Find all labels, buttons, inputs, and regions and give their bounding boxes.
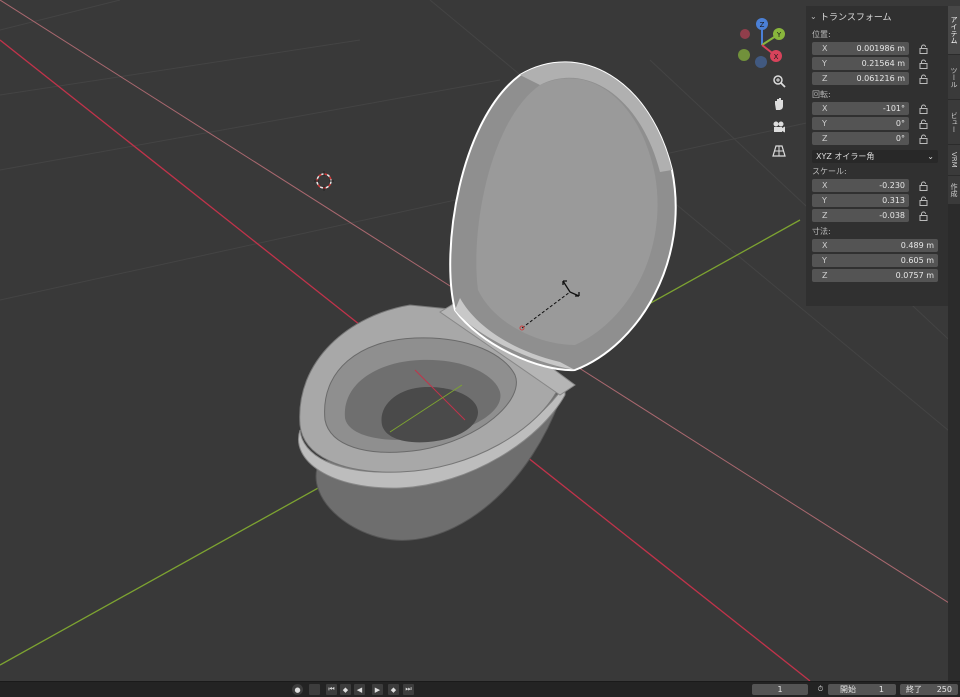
tab-view[interactable]: ビュー: [948, 100, 960, 145]
sidebar-tabs: アイテム ツール ビュー VRM 作成: [948, 6, 960, 681]
dimensions-y-field[interactable]: Y 0.605 m: [812, 254, 938, 267]
scale-y-field[interactable]: Y 0.313: [812, 194, 909, 207]
svg-text:Z: Z: [760, 21, 765, 29]
next-keyframe-icon[interactable]: ◆: [388, 684, 399, 695]
lock-icon[interactable]: [917, 118, 929, 130]
rotation-x-row: X -101°: [812, 101, 948, 116]
timeline-bar: ● ⏮ ◆ ◀ ▶ ◆ ⏭ 1 ⏱ 開始 1 終了 250: [0, 681, 960, 697]
transform-panel: ⌄ トランスフォーム 位置: X 0.001986 m Y 0.21564 m Z0…: [806, 6, 948, 306]
lock-icon[interactable]: [917, 73, 929, 85]
lock-icon[interactable]: [917, 210, 929, 222]
svg-text:Y: Y: [776, 31, 782, 39]
location-y-field[interactable]: Y 0.21564 m: [812, 57, 909, 70]
dimensions-x-row: X 0.489 m: [812, 238, 948, 253]
lock-icon[interactable]: [917, 133, 929, 145]
tab-tool[interactable]: ツール: [948, 55, 960, 100]
dimensions-z-row: Z 0.0757 m: [812, 268, 948, 283]
location-y-row: Y 0.21564 m: [812, 56, 948, 71]
stopwatch-icon[interactable]: ⏱: [815, 684, 826, 695]
rotation-label: 回転:: [812, 90, 831, 99]
location-x-row: X 0.001986 m: [812, 41, 948, 56]
toilet-lid-selected[interactable]: [449, 61, 677, 372]
play-icon[interactable]: ▶: [372, 684, 383, 695]
3d-cursor[interactable]: [314, 171, 334, 191]
play-reverse-icon[interactable]: ◀: [354, 684, 365, 695]
tab-create[interactable]: 作成: [948, 176, 960, 205]
svg-text:X: X: [774, 53, 779, 61]
rotation-z-row: Z 0°: [812, 131, 948, 146]
transform-panel-header[interactable]: ⌄ トランスフォーム: [806, 6, 948, 26]
scale-z-row: Z -0.038: [812, 208, 948, 223]
zoom-icon[interactable]: [772, 74, 794, 96]
lock-icon[interactable]: [917, 58, 929, 70]
prev-keyframe-icon[interactable]: ◆: [340, 684, 351, 695]
gizmo-neg-z: [755, 56, 767, 68]
tab-vrm[interactable]: VRM: [948, 145, 960, 176]
scale-z-field[interactable]: Z -0.038: [812, 209, 909, 222]
dimensions-z-field[interactable]: Z 0.0757 m: [812, 269, 938, 282]
end-frame-field[interactable]: 終了 250: [900, 684, 958, 695]
jump-start-icon[interactable]: ⏮: [326, 684, 337, 695]
scale-y-row: Y 0.313: [812, 193, 948, 208]
dimensions-y-row: Y 0.605 m: [812, 253, 948, 268]
location-z-row: Z 0.061216 m: [812, 71, 948, 86]
dimensions-label: 寸法:: [812, 227, 831, 236]
rotation-y-row: Y 0°: [812, 116, 948, 131]
perspective-grid-icon[interactable]: [772, 144, 794, 166]
jump-end-icon[interactable]: ⏭: [403, 684, 414, 695]
scale-x-field[interactable]: X -0.230: [812, 179, 909, 192]
rotation-z-field[interactable]: Z 0°: [812, 132, 909, 145]
gizmo-neg-y: [738, 49, 750, 61]
chevron-down-icon: ⌄: [927, 152, 934, 161]
camera-view-icon[interactable]: [772, 120, 794, 142]
lock-icon[interactable]: [917, 43, 929, 55]
panel-title: トランスフォーム: [820, 12, 892, 23]
scale-label: スケール:: [812, 167, 847, 176]
start-frame-field[interactable]: 開始 1: [828, 684, 896, 695]
rotation-x-field[interactable]: X -101°: [812, 102, 909, 115]
rotation-mode-dropdown[interactable]: XYZ オイラー角 ⌄: [812, 150, 938, 163]
lock-icon[interactable]: [917, 195, 929, 207]
location-z-field[interactable]: Z 0.061216 m: [812, 72, 909, 85]
location-x-field[interactable]: X 0.001986 m: [812, 42, 909, 55]
navigation-gizmo[interactable]: Z Y X: [738, 18, 785, 68]
rotation-y-field[interactable]: Y 0°: [812, 117, 909, 130]
current-frame-field[interactable]: 1: [752, 684, 808, 695]
keying-button[interactable]: [309, 684, 320, 695]
record-button[interactable]: ●: [292, 684, 303, 695]
lock-icon[interactable]: [917, 180, 929, 192]
location-label: 位置:: [812, 30, 831, 39]
scale-x-row: X -0.230: [812, 178, 948, 193]
chevron-down-icon: ⌄: [810, 11, 817, 21]
tab-item[interactable]: アイテム: [948, 6, 960, 55]
dimensions-x-field[interactable]: X 0.489 m: [812, 239, 938, 252]
gizmo-neg-x: [740, 29, 750, 39]
pan-hand-icon[interactable]: [772, 97, 794, 119]
lock-icon[interactable]: [917, 103, 929, 115]
